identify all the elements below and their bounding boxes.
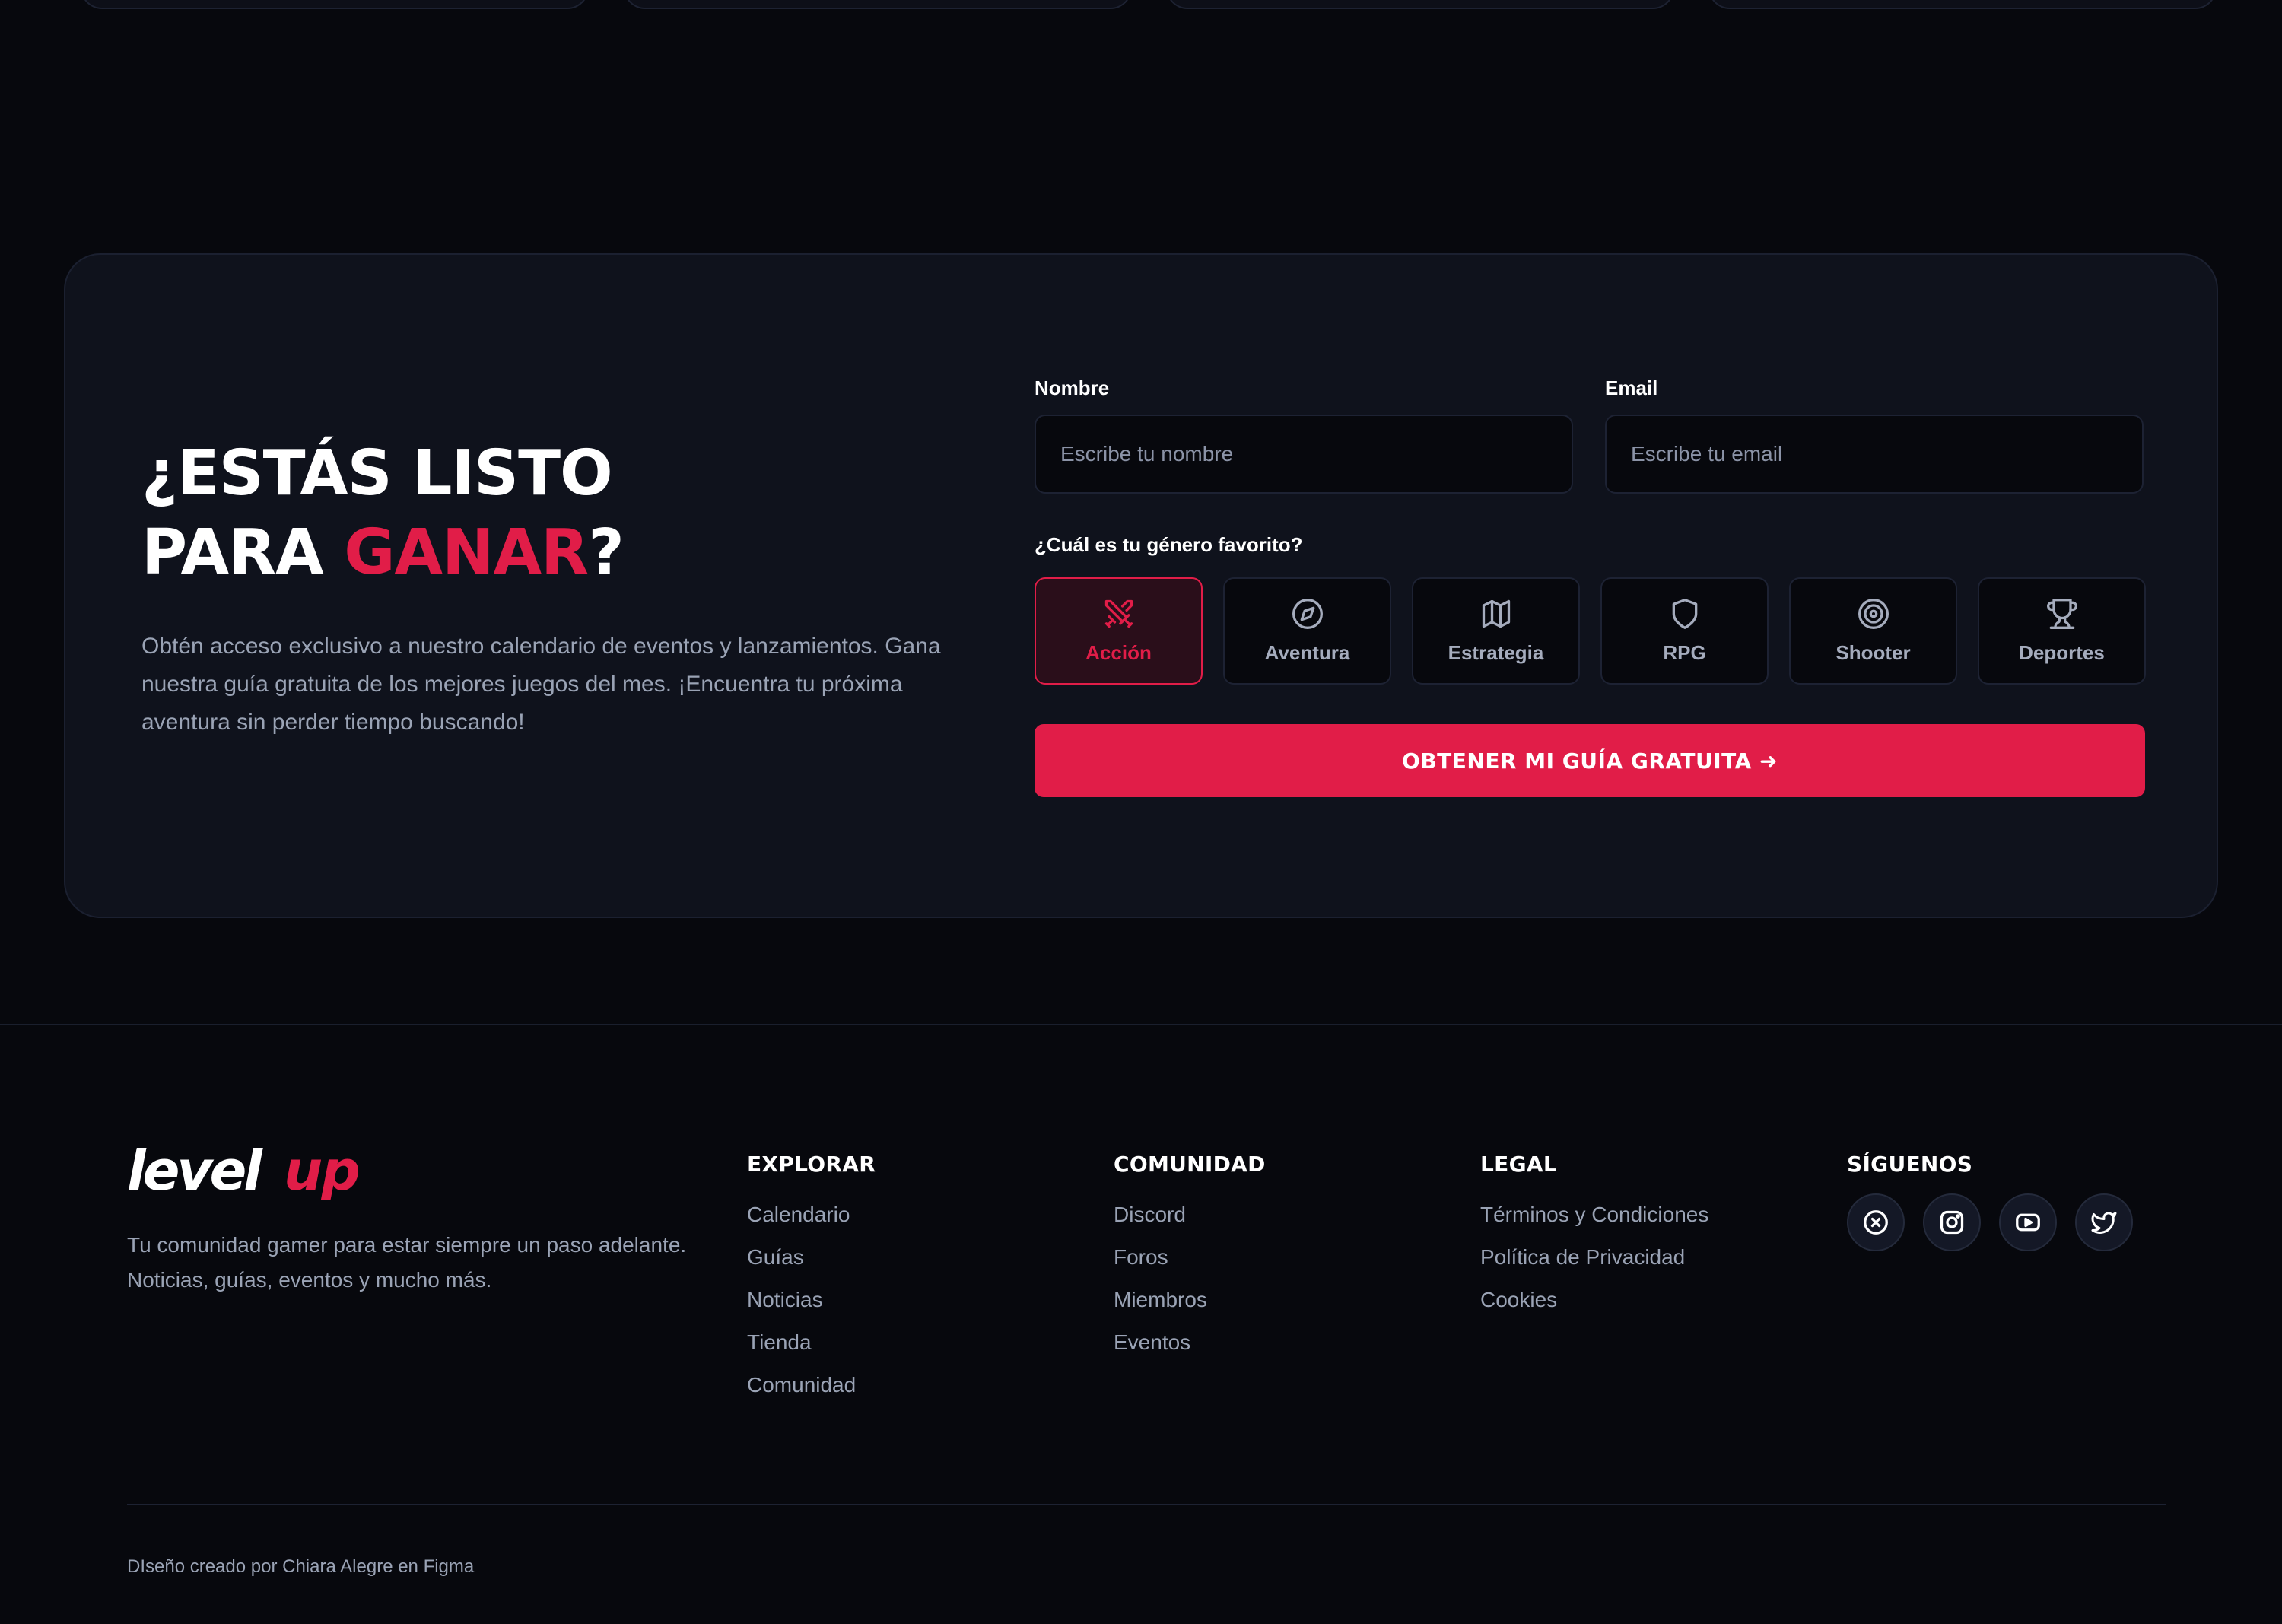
footer-column-legal: LEGAL Términos y Condiciones Política de… <box>1480 1152 1708 1321</box>
footer-column-title: COMUNIDAD <box>1114 1152 1266 1177</box>
genre-option-rpg[interactable]: RPG <box>1600 577 1769 685</box>
footer-link-terminos[interactable]: Términos y Condiciones <box>1480 1193 1708 1236</box>
genre-label: Acción <box>1085 641 1152 664</box>
genre-label: Estrategia <box>1448 641 1544 664</box>
footer-link-miembros[interactable]: Miembros <box>1114 1279 1266 1321</box>
map-icon <box>1482 599 1510 628</box>
twitter-icon <box>2091 1212 2117 1234</box>
cta-title-accent: GANAR <box>344 516 589 589</box>
footer-link-discord[interactable]: Discord <box>1114 1193 1266 1236</box>
genre-option-accion[interactable]: Acción <box>1035 577 1203 685</box>
genre-option-estrategia[interactable]: Estrategia <box>1412 577 1580 685</box>
footer-link-foros[interactable]: Foros <box>1114 1236 1266 1279</box>
genre-label: Aventura <box>1264 641 1350 664</box>
footer-link-comunidad[interactable]: Comunidad <box>747 1364 876 1406</box>
footer-divider <box>0 1024 2282 1025</box>
crossed-swords-icon <box>1104 599 1133 628</box>
cta-description: Obtén acceso exclusivo a nuestro calenda… <box>141 634 941 735</box>
compass-icon <box>1292 599 1323 629</box>
social-links <box>1847 1193 2133 1251</box>
instagram-icon <box>1940 1210 1964 1235</box>
x-social-button[interactable] <box>1847 1193 1905 1251</box>
footer-column-title: SÍGUENOS <box>1847 1152 1973 1177</box>
levelup-logo-mark: level up <box>127 1139 361 1203</box>
get-free-guide-button[interactable]: OBTENER MI GUÍA GRATUITA ➜ <box>1035 724 2145 797</box>
newsletter-cta-panel: ¿ESTÁS LISTO PARA GANAR? Obtén acceso ex… <box>64 253 2218 918</box>
footer-link-guias[interactable]: Guías <box>747 1236 876 1279</box>
genre-label: RPG <box>1663 641 1706 664</box>
footer-bottom-divider <box>127 1504 2166 1505</box>
genre-question: ¿Cuál es tu género favorito? <box>1035 533 1303 556</box>
twitter-social-button[interactable] <box>2075 1193 2133 1251</box>
target-icon <box>1858 599 1889 629</box>
logo-text-up: up <box>284 1146 359 1200</box>
genre-option-shooter[interactable]: Shooter <box>1789 577 1957 685</box>
genre-option-aventura[interactable]: Aventura <box>1223 577 1391 685</box>
email-input[interactable] <box>1605 415 2144 494</box>
previous-section-card <box>1166 0 1674 9</box>
name-input[interactable] <box>1035 415 1573 494</box>
genre-label: Deportes <box>2019 641 2105 664</box>
cta-title-line2-prefix: PARA <box>141 516 345 589</box>
design-credit: DIseño creado por Chiara Alegre en Figma <box>127 1556 475 1577</box>
name-label: Nombre <box>1035 377 1110 399</box>
cta-title-line2-suffix: ? <box>588 516 625 589</box>
footer-column-social: SÍGUENOS <box>1847 1152 2133 1251</box>
previous-section-card <box>624 0 1132 9</box>
footer-link-eventos[interactable]: Eventos <box>1114 1321 1266 1364</box>
previous-section-card <box>81 0 589 9</box>
shield-icon <box>1672 599 1697 629</box>
footer-column-title: LEGAL <box>1480 1152 1557 1177</box>
footer-link-calendario[interactable]: Calendario <box>747 1193 876 1236</box>
footer-link-cookies[interactable]: Cookies <box>1480 1279 1708 1321</box>
genre-option-deportes[interactable]: Deportes <box>1978 577 2146 685</box>
cta-title: ¿ESTÁS LISTO PARA GANAR? <box>141 434 625 593</box>
previous-section-card <box>1708 0 2217 9</box>
levelup-logo[interactable]: level up <box>127 1139 378 1204</box>
youtube-social-button[interactable] <box>1999 1193 2057 1251</box>
footer-column-explorar: EXPLORAR Calendario Guías Noticias Tiend… <box>747 1152 876 1406</box>
x-icon <box>1864 1210 1888 1235</box>
genre-label: Shooter <box>1835 641 1911 664</box>
youtube-icon <box>2016 1213 2040 1232</box>
instagram-social-button[interactable] <box>1923 1193 1981 1251</box>
cta-title-line1: ¿ESTÁS LISTO <box>141 437 613 510</box>
trophy-icon <box>2046 599 2077 629</box>
email-label: Email <box>1605 377 1658 399</box>
footer-link-tienda[interactable]: Tienda <box>747 1321 876 1364</box>
genre-selector: Acción Aventura Estrategia RPG Shooter D… <box>1035 577 2146 685</box>
footer-column-title: EXPLORAR <box>747 1152 876 1177</box>
footer-tagline: Tu comunidad gamer para estar siempre un… <box>127 1233 687 1292</box>
footer-link-privacidad[interactable]: Política de Privacidad <box>1480 1236 1708 1279</box>
footer-column-comunidad: COMUNIDAD Discord Foros Miembros Eventos <box>1114 1152 1266 1364</box>
logo-text-level: level <box>127 1146 263 1200</box>
footer-link-noticias[interactable]: Noticias <box>747 1279 876 1321</box>
